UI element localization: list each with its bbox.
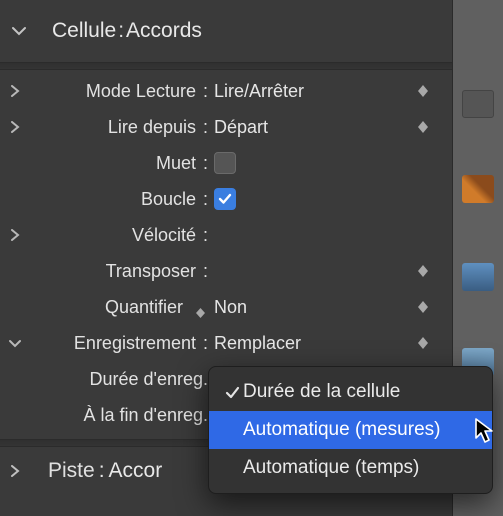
thumbnail-icon[interactable] xyxy=(462,263,494,291)
rec-length-label: Durée d'enreg. xyxy=(24,369,214,390)
row-record: Enregistrement : Remplacer xyxy=(0,325,452,361)
play-from-label: Lire depuis : xyxy=(24,117,214,138)
quantize-value[interactable]: Non xyxy=(214,297,414,318)
mute-checkbox[interactable] xyxy=(214,152,236,174)
mute-value xyxy=(214,152,452,174)
row-loop: Boucle : xyxy=(0,181,452,217)
up-down-arrows-icon[interactable] xyxy=(414,337,432,349)
rec-length-menu: Durée de la cellule Automatique (mesures… xyxy=(208,366,493,494)
chevron-right-icon[interactable] xyxy=(6,121,24,133)
menu-item-label: Durée de la cellule xyxy=(243,381,400,403)
play-from-value[interactable]: Départ xyxy=(214,117,414,138)
chevron-right-icon[interactable] xyxy=(6,465,24,477)
thumbnail-icon[interactable] xyxy=(462,90,494,118)
menu-item-auto-bars[interactable]: Automatique (mesures) xyxy=(209,411,492,449)
row-quantize: Quantifier Non xyxy=(0,289,452,325)
loop-label: Boucle : xyxy=(24,189,214,210)
up-down-arrows-icon[interactable] xyxy=(192,308,208,318)
up-down-arrows-icon[interactable] xyxy=(414,121,432,133)
play-mode-value[interactable]: Lire/Arrêter xyxy=(214,81,414,102)
loop-value xyxy=(214,188,452,210)
up-down-arrows-icon[interactable] xyxy=(414,301,432,313)
section-divider xyxy=(0,62,452,70)
track-separator: : xyxy=(99,459,105,483)
section-header[interactable]: Cellule : Accords xyxy=(0,0,452,62)
checkmark-icon xyxy=(218,193,232,205)
up-down-arrows-icon[interactable] xyxy=(414,265,432,277)
track-value[interactable]: Accor xyxy=(109,459,163,483)
transpose-label: Transposer : xyxy=(24,261,214,282)
track-label: Piste xyxy=(48,459,95,483)
record-label: Enregistrement : xyxy=(24,333,214,354)
quantize-label: Quantifier xyxy=(24,297,214,318)
section-label: Cellule xyxy=(52,19,116,43)
chevron-down-icon[interactable] xyxy=(6,339,24,348)
row-velocity: Vélocité : xyxy=(0,217,452,253)
menu-item-label: Automatique (temps) xyxy=(243,457,419,479)
section-value: Accords xyxy=(126,19,202,43)
mute-label: Muet : xyxy=(24,153,214,174)
menu-item-cell-length[interactable]: Durée de la cellule xyxy=(209,373,492,411)
rec-end-label: À la fin d'enreg. xyxy=(24,405,214,426)
chevron-right-icon[interactable] xyxy=(6,229,24,241)
play-mode-label: Mode Lecture : xyxy=(24,81,214,102)
up-down-arrows-icon[interactable] xyxy=(414,85,432,97)
menu-item-auto-beats[interactable]: Automatique (temps) xyxy=(209,449,492,487)
checkmark-icon xyxy=(221,386,243,399)
row-transpose: Transposer : xyxy=(0,253,452,289)
row-play-from: Lire depuis : Départ xyxy=(0,109,452,145)
row-mute: Muet : xyxy=(0,145,452,181)
record-value[interactable]: Remplacer xyxy=(214,333,414,354)
loop-checkbox[interactable] xyxy=(214,188,236,210)
row-play-mode: Mode Lecture : Lire/Arrêter xyxy=(0,73,452,109)
velocity-label: Vélocité : xyxy=(24,225,214,246)
header-separator: : xyxy=(118,19,124,43)
menu-item-label: Automatique (mesures) xyxy=(243,419,440,441)
thumbnail-icon[interactable] xyxy=(462,175,494,203)
chevron-down-icon[interactable] xyxy=(10,26,28,36)
chevron-right-icon[interactable] xyxy=(6,85,24,97)
